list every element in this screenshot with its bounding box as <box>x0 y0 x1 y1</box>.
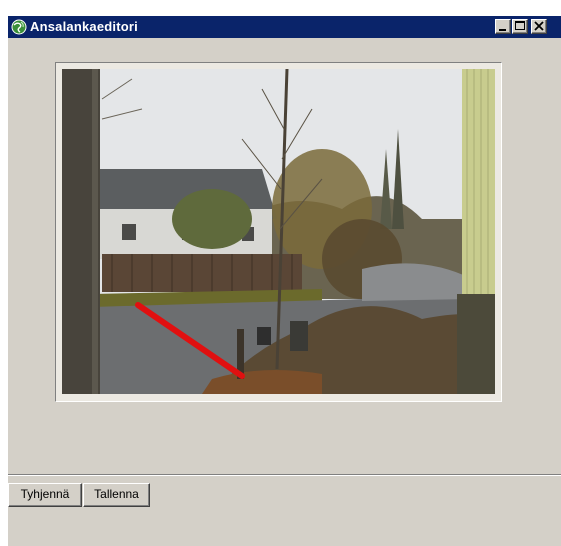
maximize-icon <box>515 21 525 30</box>
minimize-button[interactable] <box>495 19 511 34</box>
clear-button[interactable]: Tyhjennä <box>8 483 82 507</box>
separator <box>8 474 561 476</box>
minimize-icon <box>499 29 506 31</box>
close-icon <box>534 21 544 31</box>
camera-snapshot <box>62 69 495 394</box>
image-frame <box>55 62 502 402</box>
title-bar[interactable]: Ansalankaeditori <box>8 16 561 38</box>
maximize-button[interactable] <box>512 19 528 34</box>
globe-icon <box>11 19 27 35</box>
camera-image[interactable] <box>62 69 495 394</box>
save-button[interactable]: Tallenna <box>83 483 150 507</box>
close-button[interactable] <box>531 19 547 34</box>
editor-window: Ansalankaeditori Tyhjennä Tallenna <box>8 16 561 546</box>
window-title: Ansalankaeditori <box>30 19 138 34</box>
